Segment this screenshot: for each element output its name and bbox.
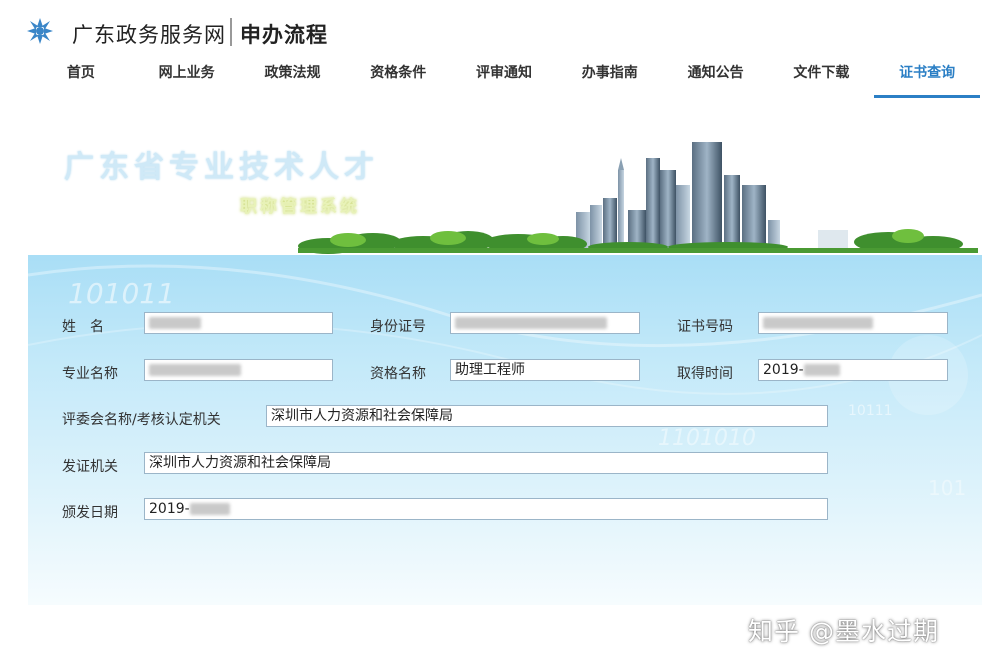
- redacted-id-number: [455, 317, 607, 329]
- qualification-label: 资格名称: [370, 366, 426, 382]
- redacted-name: [149, 317, 201, 329]
- major-label: 专业名称: [62, 366, 118, 382]
- obtain-date-label: 取得时间: [677, 366, 733, 382]
- obtain-date-value: 2019-: [763, 362, 804, 378]
- binary-pattern-decoration: 101011 1101010 10111 101: [28, 264, 982, 500]
- redacted-obtain-date: [803, 364, 840, 376]
- main-nav: 首页 网上业务 政策法规 资格条件 评审通知 办事指南 通知公告 文件下载 证书…: [28, 56, 981, 98]
- certificate-number-label: 证书号码: [677, 319, 733, 335]
- id-number-field[interactable]: [450, 312, 640, 334]
- issue-date-label: 颁发日期: [62, 505, 118, 521]
- page-title: 申办流程: [240, 23, 328, 47]
- redacted-certificate-number: [763, 317, 873, 329]
- banner-subtitle: 职称管理系统: [240, 197, 360, 217]
- redacted-issue-date: [189, 503, 230, 515]
- name-label: 姓 名: [62, 319, 104, 335]
- nav-item-qualifications[interactable]: 资格条件: [345, 56, 451, 98]
- star-snowflake-logo-icon: [27, 18, 53, 44]
- site-title: 广东政务服务网: [72, 23, 226, 47]
- name-field[interactable]: [144, 312, 333, 334]
- certificate-number-field[interactable]: [758, 312, 948, 334]
- svg-text:101011: 101011: [68, 277, 175, 310]
- id-number-label: 身份证号: [370, 319, 426, 335]
- qualification-field[interactable]: 助理工程师: [450, 359, 640, 381]
- watermark: 知乎 @墨水过期: [748, 617, 939, 646]
- banner: 广东省专业技术人才 职称管理系统: [28, 130, 982, 255]
- nav-item-online-business[interactable]: 网上业务: [134, 56, 240, 98]
- redacted-major: [149, 364, 241, 376]
- nav-item-certificate-query[interactable]: 证书查询: [874, 56, 981, 98]
- nav-item-review-notices[interactable]: 评审通知: [451, 56, 557, 98]
- certificate-info-panel: 101011 1101010 10111 101 姓 名 身份证号 证书号码 专…: [28, 255, 982, 605]
- nav-item-policies[interactable]: 政策法规: [240, 56, 346, 98]
- issue-date-field[interactable]: 2019-: [144, 498, 828, 520]
- issue-date-value: 2019-: [149, 501, 190, 517]
- nav-item-downloads[interactable]: 文件下载: [768, 56, 874, 98]
- committee-label: 评委会名称/考核认定机关: [62, 412, 221, 428]
- major-field[interactable]: [144, 359, 333, 381]
- nav-item-announcements[interactable]: 通知公告: [663, 56, 769, 98]
- title-divider: [230, 18, 232, 46]
- issuer-label: 发证机关: [62, 459, 118, 475]
- committee-field[interactable]: 深圳市人力资源和社会保障局: [266, 405, 828, 427]
- issuer-field[interactable]: 深圳市人力资源和社会保障局: [144, 452, 828, 474]
- svg-text:1101010: 1101010: [658, 426, 756, 451]
- svg-text:10111: 10111: [848, 403, 893, 419]
- banner-title: 广东省专业技术人才: [64, 150, 379, 185]
- obtain-date-field[interactable]: 2019-: [758, 359, 948, 381]
- nav-item-guide[interactable]: 办事指南: [557, 56, 663, 98]
- svg-text:101: 101: [928, 476, 966, 500]
- nav-item-home[interactable]: 首页: [28, 56, 134, 98]
